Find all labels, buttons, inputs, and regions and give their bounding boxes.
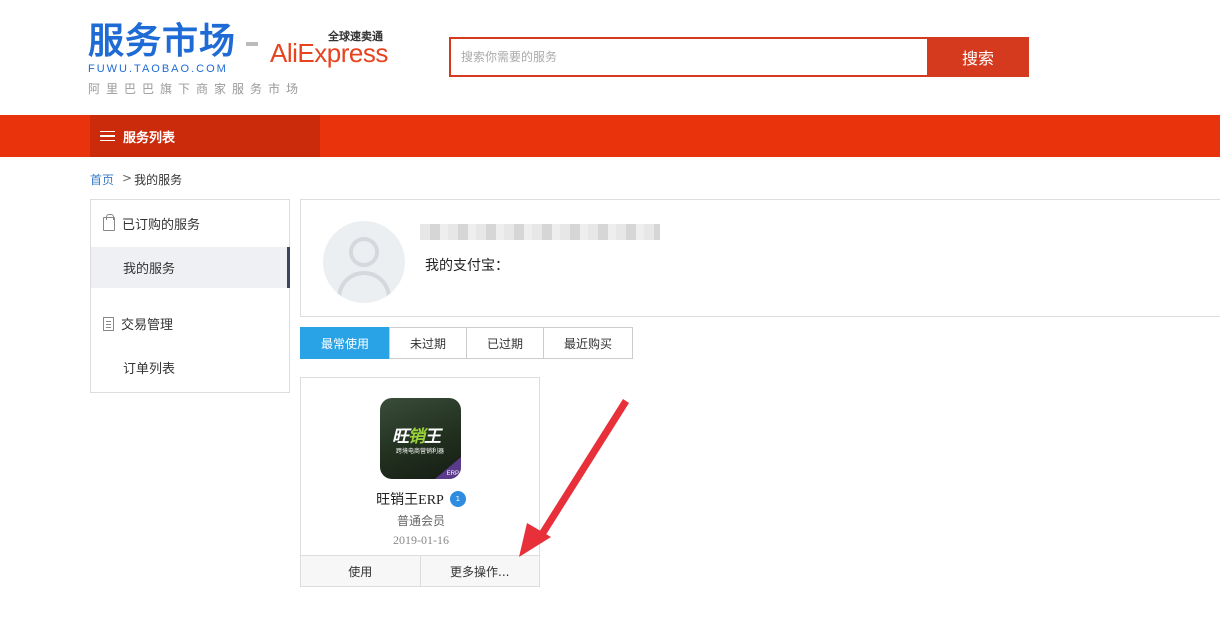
sidebar: 已订购的服务 我的服务 交易管理 订单列表 [90, 199, 290, 393]
service-filter-tabs: 最常使用 未过期 已过期 最近购买 [300, 327, 633, 359]
app-icon-caption: 跨境电商营销利器 [395, 448, 444, 455]
card-actions: 使用 更多操作... [300, 555, 540, 587]
sidebar-item-label: 我的服务 [123, 262, 176, 277]
app-icon-brand-char: 王 [424, 427, 441, 447]
app-icon-brand-char: 旺 [392, 427, 409, 447]
aliexpress-en-text: AliExpress [270, 38, 388, 68]
sidebar-group-transactions: 交易管理 [91, 300, 289, 347]
expiry-date: 2019-01-16 [393, 533, 449, 547]
main-navbar: 服务列表 [0, 115, 1220, 157]
fuwu-logo[interactable]: 服务市场 FUWU.TAOBAO.COM [88, 21, 238, 76]
logo-separator [246, 42, 258, 46]
tab-recent-purchase[interactable]: 最近购买 [543, 327, 633, 359]
app-icon[interactable]: 旺销王 跨境电商营销利器 ERP [380, 398, 461, 479]
search-input[interactable] [451, 39, 927, 75]
erp-corner-badge: ERP [435, 457, 461, 479]
erp-corner-text: ERP [446, 471, 459, 477]
profile-panel: 我的支付宝： [300, 199, 1220, 317]
sidebar-item-label: 订单列表 [123, 362, 176, 377]
search-bar: 搜索 [449, 37, 1029, 77]
avatar-body-icon [337, 271, 391, 303]
blurred-username [420, 224, 660, 240]
more-actions-button[interactable]: 更多操作... [419, 555, 540, 587]
tab-expired[interactable]: 已过期 [466, 327, 544, 359]
app-icon-brand-char: 销 [408, 427, 425, 447]
service-card: 旺销王 跨境电商营销利器 ERP 旺销王ERP 1 普通会员 2019-01-1… [300, 377, 540, 587]
menu-icon [100, 130, 115, 142]
tab-not-expired[interactable]: 未过期 [389, 327, 467, 359]
service-list-label: 服务列表 [123, 130, 176, 146]
app-name-row: 旺销王ERP 1 [301, 489, 541, 509]
breadcrumb-current: 我的服务 [134, 173, 183, 187]
breadcrumb-separator: > [122, 171, 133, 185]
use-button[interactable]: 使用 [300, 555, 421, 587]
document-icon [103, 316, 114, 331]
avatar-head-icon [349, 237, 379, 267]
sidebar-item-my-services[interactable]: 我的服务 [91, 247, 290, 288]
shopping-bag-icon [103, 213, 115, 231]
arrow-shaft [536, 399, 629, 541]
search-button[interactable]: 搜索 [927, 37, 1029, 77]
logo-tagline: 阿里巴巴旗下商家服务市场 [88, 82, 305, 96]
sidebar-group-subscribed: 已订购的服务 [91, 200, 289, 247]
avatar [323, 221, 405, 303]
breadcrumb: 首页 > 我的服务 [90, 171, 182, 188]
sidebar-group-label: 已订购的服务 [122, 218, 201, 233]
breadcrumb-home-link[interactable]: 首页 [90, 171, 114, 188]
alipay-label: 我的支付宝： [425, 258, 509, 274]
logo-domain-text: FUWU.TAOBAO.COM [88, 63, 228, 75]
level-badge-icon: 1 [449, 491, 466, 507]
app-icon-brand: 旺销王 [392, 422, 441, 447]
tab-most-used[interactable]: 最常使用 [300, 327, 390, 359]
page: 服务市场 FUWU.TAOBAO.COM 阿里巴巴旗下商家服务市场 全球速卖通 … [0, 0, 1220, 627]
sidebar-item-order-list[interactable]: 订单列表 [91, 347, 289, 388]
logo-main-text: 服务市场 [88, 21, 237, 62]
sidebar-group-label: 交易管理 [121, 318, 174, 333]
service-list-menu[interactable]: 服务列表 [90, 115, 320, 157]
membership-tier: 普通会员 [396, 514, 445, 528]
app-name[interactable]: 旺销王ERP [376, 489, 444, 509]
